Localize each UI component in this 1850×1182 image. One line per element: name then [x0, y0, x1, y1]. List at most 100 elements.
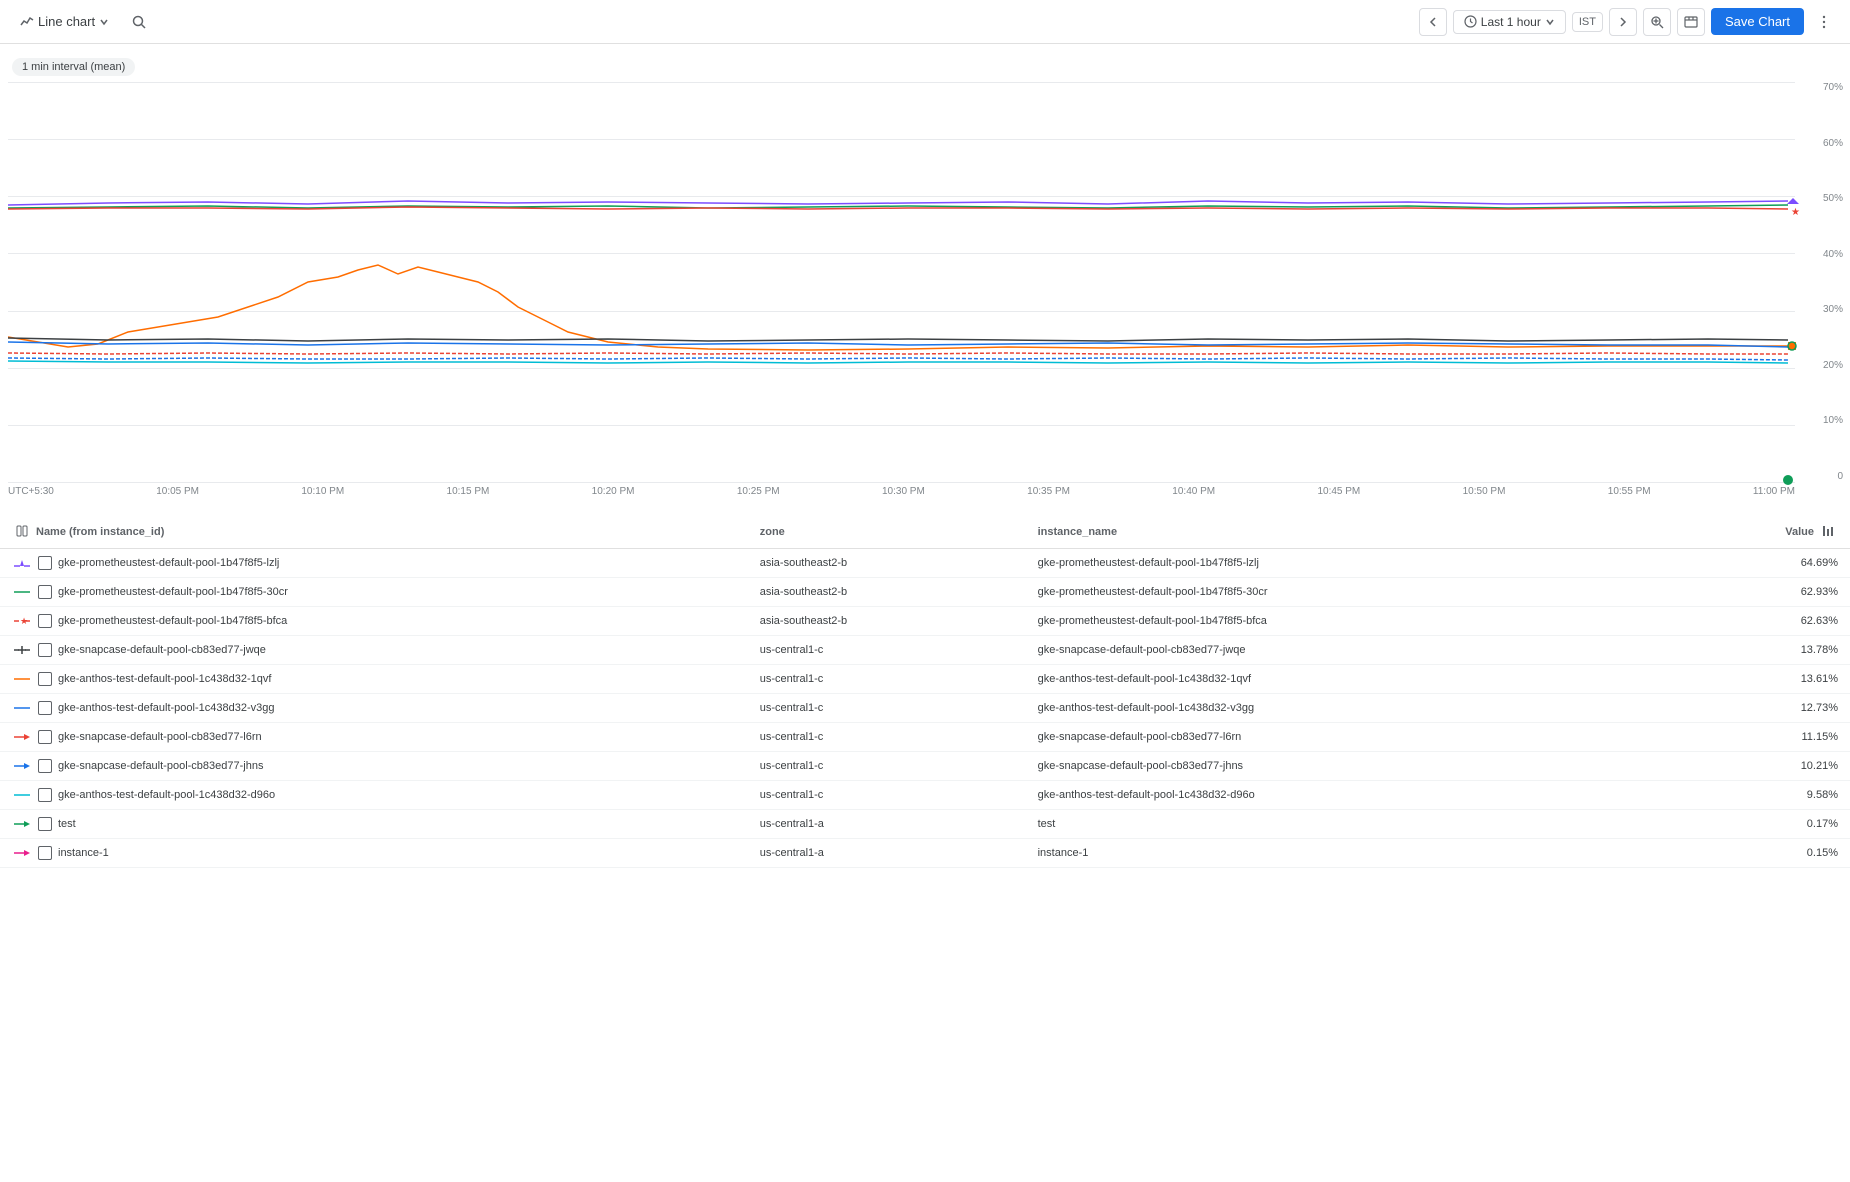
series-name: gke-anthos-test-default-pool-1c438d32-v3…: [58, 702, 274, 714]
zone-cell: us-central1-a: [748, 839, 1026, 868]
series-checkbox[interactable]: [38, 846, 52, 860]
series-marker: ★: [12, 616, 32, 626]
series-checkbox[interactable]: [38, 730, 52, 744]
zone-cell: asia-southeast2-b: [748, 549, 1026, 578]
zone-cell: us-central1-c: [748, 665, 1026, 694]
value-cell: 11.15%: [1659, 723, 1850, 752]
table-row: gke-prometheustest-default-pool-1b47f8f5…: [0, 578, 1850, 607]
series-name: test: [58, 818, 76, 830]
x-axis: UTC+5:30 10:05 PM 10:10 PM 10:15 PM 10:2…: [8, 482, 1795, 512]
value-cell: 12.73%: [1659, 694, 1850, 723]
name-cell: gke-snapcase-default-pool-cb83ed77-jhns: [0, 752, 748, 781]
more-vert-icon: [1816, 14, 1832, 30]
chevron-down-icon: [99, 17, 109, 27]
table-row: gke-snapcase-default-pool-cb83ed77-jhns …: [0, 752, 1850, 781]
name-cell: instance-1: [0, 839, 748, 868]
value-cell: 13.61%: [1659, 665, 1850, 694]
zoom-icon: [1650, 15, 1664, 29]
series-marker: [12, 645, 32, 655]
zone-cell: us-central1-c: [748, 781, 1026, 810]
chart-type-label: Line chart: [38, 14, 95, 29]
legend-table: Name (from instance_id) zone instance_na…: [0, 516, 1850, 868]
instance-cell: gke-anthos-test-default-pool-1c438d32-v3…: [1026, 694, 1659, 723]
series-marker: [12, 819, 32, 829]
column-settings-icon: [16, 525, 28, 537]
custom-range-icon: [1684, 15, 1698, 29]
table-row: instance-1 us-central1-a instance-1 0.15…: [0, 839, 1850, 868]
value-cell: 13.78%: [1659, 636, 1850, 665]
line-chart-icon: [20, 15, 34, 29]
search-button[interactable]: [125, 8, 153, 36]
col-value-header: Value: [1659, 516, 1850, 549]
series-name: gke-prometheustest-default-pool-1b47f8f5…: [58, 557, 279, 569]
prev-button[interactable]: [1419, 8, 1447, 36]
chart-container: 1 min interval (mean) 70% 60% 50% 40% 30…: [0, 44, 1850, 868]
chart-type-button[interactable]: Line chart: [12, 10, 117, 33]
col-zone-header: zone: [748, 516, 1026, 549]
next-button[interactable]: [1609, 8, 1637, 36]
column-settings-button[interactable]: [12, 524, 32, 540]
value-cell: 10.21%: [1659, 752, 1850, 781]
interval-badge: 1 min interval (mean): [12, 58, 135, 76]
series-name: gke-anthos-test-default-pool-1c438d32-d9…: [58, 789, 275, 801]
series-name: gke-snapcase-default-pool-cb83ed77-l6rn: [58, 731, 262, 743]
name-cell: test: [0, 810, 748, 839]
value-col-icon: [1822, 525, 1834, 537]
save-chart-button[interactable]: Save Chart: [1711, 8, 1804, 35]
series-name: gke-prometheustest-default-pool-1b47f8f5…: [58, 615, 287, 627]
name-cell: gke-anthos-test-default-pool-1c438d32-v3…: [0, 694, 748, 723]
instance-cell: gke-prometheustest-default-pool-1b47f8f5…: [1026, 578, 1659, 607]
name-cell: gke-anthos-test-default-pool-1c438d32-1q…: [0, 665, 748, 694]
series-checkbox[interactable]: [38, 788, 52, 802]
series-checkbox[interactable]: [38, 614, 52, 628]
name-cell: gke-snapcase-default-pool-cb83ed77-jwqe: [0, 636, 748, 665]
zoom-button[interactable]: [1643, 8, 1671, 36]
zone-cell: us-central1-c: [748, 636, 1026, 665]
value-cell: 62.63%: [1659, 607, 1850, 636]
value-cell: 62.93%: [1659, 578, 1850, 607]
chart-svg[interactable]: ★: [8, 82, 1795, 482]
instance-cell: gke-snapcase-default-pool-cb83ed77-jhns: [1026, 752, 1659, 781]
zone-cell: us-central1-c: [748, 723, 1026, 752]
time-range-label: Last 1 hour: [1481, 15, 1541, 29]
chevron-right-icon: [1617, 16, 1629, 28]
series-checkbox[interactable]: [38, 701, 52, 715]
series-end-marker-red: ★: [1791, 207, 1800, 218]
instance-cell: gke-prometheustest-default-pool-1b47f8f5…: [1026, 607, 1659, 636]
value-cell: 64.69%: [1659, 549, 1850, 578]
name-cell: gke-snapcase-default-pool-cb83ed77-l6rn: [0, 723, 748, 752]
series-checkbox[interactable]: [38, 585, 52, 599]
custom-range-button[interactable]: [1677, 8, 1705, 36]
clock-icon: [1464, 15, 1477, 28]
value-column-settings-button[interactable]: [1818, 524, 1838, 540]
value-cell: 0.15%: [1659, 839, 1850, 868]
series-marker: [12, 674, 32, 684]
instance-cell: gke-snapcase-default-pool-cb83ed77-l6rn: [1026, 723, 1659, 752]
name-cell: ★ gke-prometheustest-default-pool-1b47f8…: [0, 607, 748, 636]
series-marker: [12, 790, 32, 800]
value-cell: 0.17%: [1659, 810, 1850, 839]
series-marker: [12, 761, 32, 771]
table-row: gke-anthos-test-default-pool-1c438d32-1q…: [0, 665, 1850, 694]
series-marker: [12, 703, 32, 713]
name-cell: gke-anthos-test-default-pool-1c438d32-d9…: [0, 781, 748, 810]
timezone-badge: IST: [1572, 12, 1603, 32]
series-marker: [12, 587, 32, 597]
series-name: gke-anthos-test-default-pool-1c438d32-1q…: [58, 673, 271, 685]
series-checkbox[interactable]: [38, 817, 52, 831]
time-range-button[interactable]: Last 1 hour: [1453, 10, 1566, 34]
instance-cell: instance-1: [1026, 839, 1659, 868]
toolbar-left: Line chart: [12, 8, 153, 36]
col-name-label: Name (from instance_id): [36, 526, 164, 538]
col-name-header: Name (from instance_id): [0, 516, 748, 549]
chevron-down-icon-time: [1545, 17, 1555, 27]
series-checkbox[interactable]: [38, 759, 52, 773]
zone-cell: asia-southeast2-b: [748, 578, 1026, 607]
table-row: gke-snapcase-default-pool-cb83ed77-l6rn …: [0, 723, 1850, 752]
series-name: gke-prometheustest-default-pool-1b47f8f5…: [58, 586, 288, 598]
series-checkbox[interactable]: [38, 643, 52, 657]
more-options-button[interactable]: [1810, 8, 1838, 36]
table-row: gke-anthos-test-default-pool-1c438d32-v3…: [0, 694, 1850, 723]
series-checkbox[interactable]: [38, 672, 52, 686]
series-checkbox[interactable]: [38, 556, 52, 570]
